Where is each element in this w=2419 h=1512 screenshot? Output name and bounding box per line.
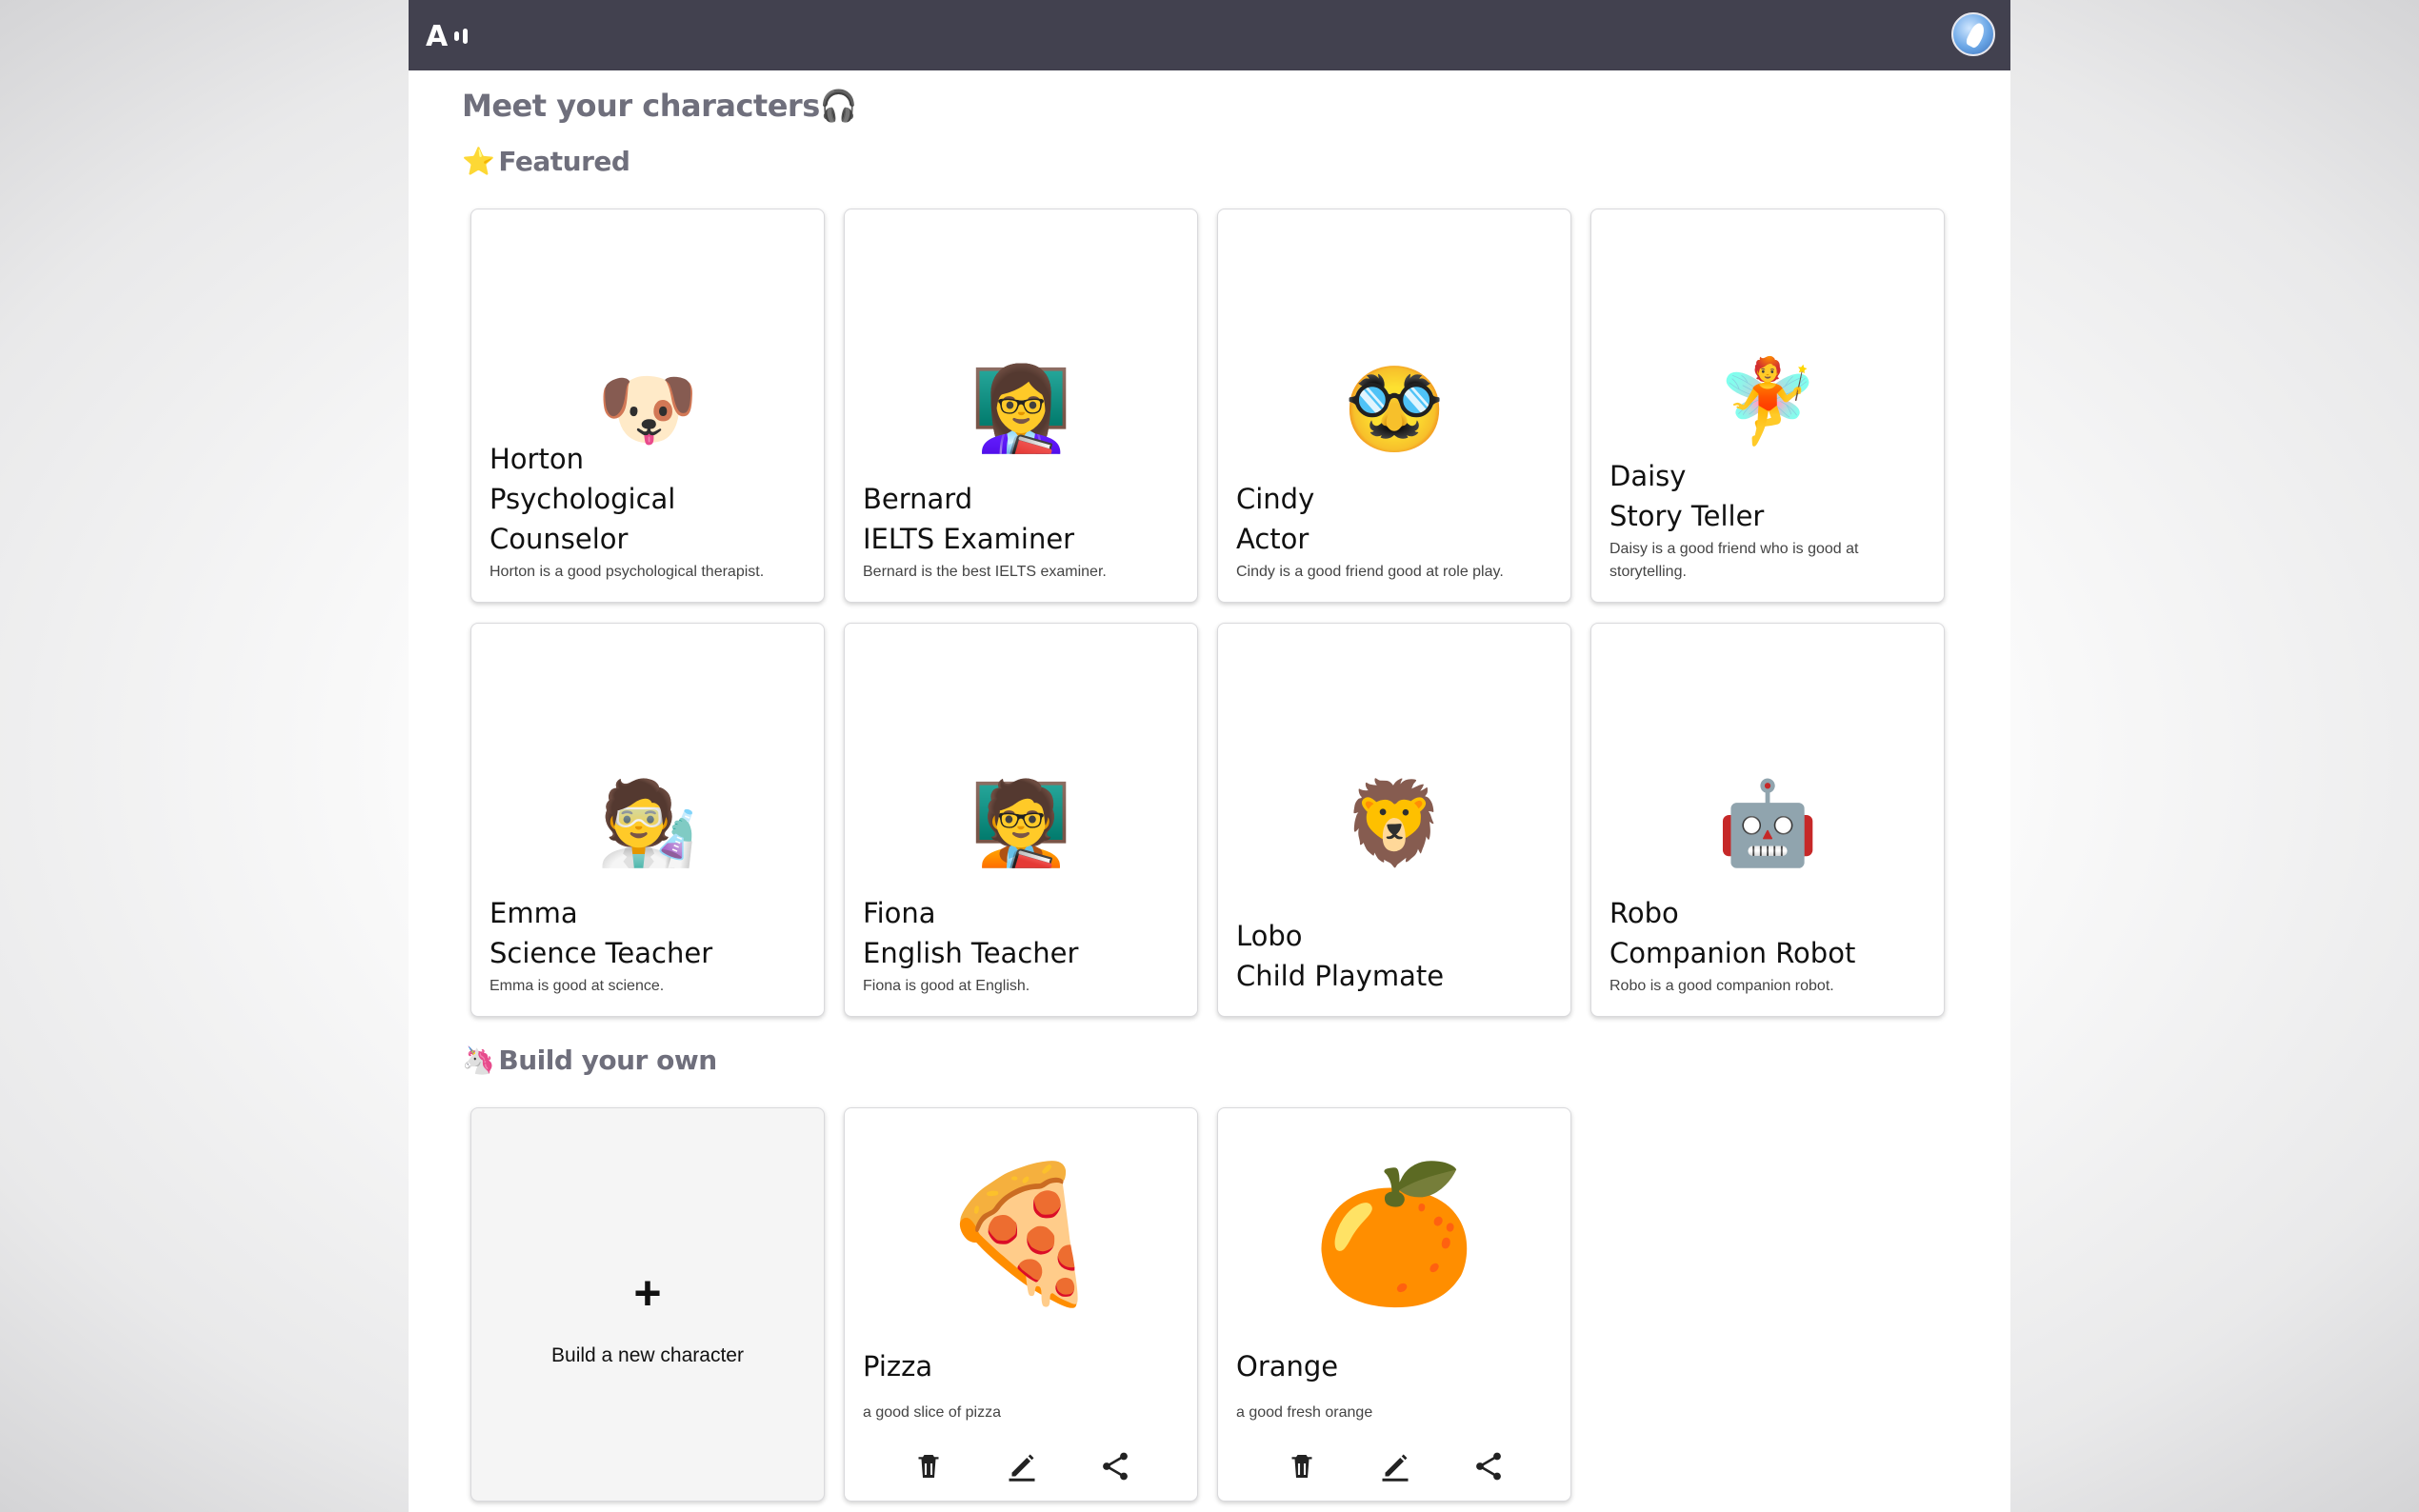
teacher-icon: 🧑‍🏫 (970, 778, 1072, 869)
character-name: Orange (1236, 1350, 1339, 1383)
card-actions (845, 1449, 1197, 1483)
character-name: Cindy (1236, 483, 1315, 515)
robot-icon: 🤖 (1716, 778, 1819, 869)
character-name: Bernard (863, 483, 973, 515)
scientist-icon: 🧑‍🔬 (596, 778, 699, 869)
delete-icon[interactable] (911, 1449, 946, 1483)
character-role: Actor (1236, 523, 1309, 555)
character-description: Cindy is a good friend good at role play… (1236, 564, 1504, 580)
card-actions (1218, 1449, 1570, 1483)
character-name: Emma (490, 897, 578, 929)
plus-icon: + (633, 1266, 662, 1320)
character-card-horton[interactable]: 🐶 Horton Psychological Counselor Horton … (470, 209, 825, 603)
share-icon[interactable] (1098, 1449, 1132, 1483)
card-text: Emma Science Teacher Emma is good at sci… (490, 893, 806, 998)
character-card-pizza[interactable]: 🍕 Pizza a good slice of pizza (844, 1107, 1198, 1502)
character-card-fiona[interactable]: 🧑‍🏫 Fiona English Teacher Fiona is good … (844, 623, 1198, 1017)
logo[interactable]: A (426, 19, 469, 53)
app-window: A Meet your characters🎧 ⭐ Featured 🐶 Hor… (409, 0, 2010, 1512)
card-text: Lobo Child Playmate (1236, 916, 1552, 998)
character-description: Robo is a good companion robot. (1609, 978, 1834, 994)
character-description: Bernard is the best IELTS examiner. (863, 564, 1107, 580)
pizza-icon: 🍕 (937, 1159, 1105, 1308)
edit-icon[interactable] (1378, 1449, 1412, 1483)
featured-title-text: Featured (498, 146, 630, 177)
character-description: a good fresh orange (1236, 1404, 1373, 1421)
character-role: English Teacher (863, 937, 1079, 969)
card-text: Bernard IELTS Examiner Bernard is the be… (863, 479, 1179, 584)
build-new-character-label: Build a new character (551, 1344, 744, 1366)
build-new-character-card[interactable]: + Build a new character (470, 1107, 825, 1502)
character-card-bernard[interactable]: 👩‍🏫 Bernard IELTS Examiner Bernard is th… (844, 209, 1198, 603)
character-card-lobo[interactable]: 🦁 Lobo Child Playmate (1217, 623, 1571, 1017)
character-description: Fiona is good at English. (863, 978, 1030, 994)
page-title: Meet your characters🎧 (462, 88, 858, 124)
character-card-cindy[interactable]: 🥸 Cindy Actor Cindy is a good friend goo… (1217, 209, 1571, 603)
card-text: Fiona English Teacher Fiona is good at E… (863, 893, 1179, 998)
unicorn-icon: 🦄 (462, 1044, 495, 1076)
build-own-title-text: Build your own (498, 1044, 717, 1076)
woman-teacher-icon: 👩‍🏫 (970, 364, 1072, 455)
character-name: Horton (490, 443, 584, 475)
character-role: IELTS Examiner (863, 523, 1075, 555)
character-role: Story Teller (1609, 500, 1765, 532)
character-name: Pizza (863, 1350, 933, 1383)
disguised-face-icon: 🥸 (1343, 364, 1446, 455)
card-text: Horton Psychological Counselor Horton is… (490, 439, 806, 584)
star-icon: ⭐ (462, 146, 495, 177)
character-name: Lobo (1236, 920, 1303, 952)
card-text: Robo Companion Robot Robo is a good comp… (1609, 893, 1926, 998)
edit-icon[interactable] (1005, 1449, 1039, 1483)
card-text: Cindy Actor Cindy is a good friend good … (1236, 479, 1552, 584)
orange-icon: 🍊 (1310, 1159, 1478, 1308)
fairy-icon: 🧚 (1716, 356, 1819, 448)
card-text: Orange a good fresh orange (1236, 1346, 1552, 1424)
sound-bars-icon (454, 29, 469, 44)
card-text: Daisy Story Teller Daisy is a good frien… (1609, 456, 1926, 584)
user-avatar[interactable] (1951, 12, 1995, 56)
character-name: Robo (1609, 897, 1679, 929)
character-description: Horton is a good psychological therapist… (490, 564, 765, 580)
card-text: Pizza a good slice of pizza (863, 1346, 1179, 1424)
character-role: Child Playmate (1236, 960, 1445, 992)
featured-section-title: ⭐ Featured (462, 146, 630, 177)
character-card-daisy[interactable]: 🧚 Daisy Story Teller Daisy is a good fri… (1590, 209, 1945, 603)
top-bar: A (409, 0, 2010, 70)
character-role: Companion Robot (1609, 937, 1856, 969)
character-description: a good slice of pizza (863, 1404, 1001, 1421)
character-card-emma[interactable]: 🧑‍🔬 Emma Science Teacher Emma is good at… (470, 623, 825, 1017)
delete-icon[interactable] (1285, 1449, 1319, 1483)
character-name: Fiona (863, 897, 936, 929)
character-description: Daisy is a good friend who is good at st… (1609, 541, 1859, 580)
character-description: Emma is good at science. (490, 978, 665, 994)
character-card-orange[interactable]: 🍊 Orange a good fresh orange (1217, 1107, 1571, 1502)
share-icon[interactable] (1471, 1449, 1506, 1483)
character-card-robo[interactable]: 🤖 Robo Companion Robot Robo is a good co… (1590, 623, 1945, 1017)
lion-face-icon: 🦁 (1343, 778, 1446, 869)
character-name: Daisy (1609, 460, 1687, 492)
character-role: Psychological Counselor (490, 483, 676, 555)
character-role: Science Teacher (490, 937, 713, 969)
build-own-section-title: 🦄 Build your own (462, 1044, 717, 1076)
logo-letter: A (426, 19, 450, 53)
